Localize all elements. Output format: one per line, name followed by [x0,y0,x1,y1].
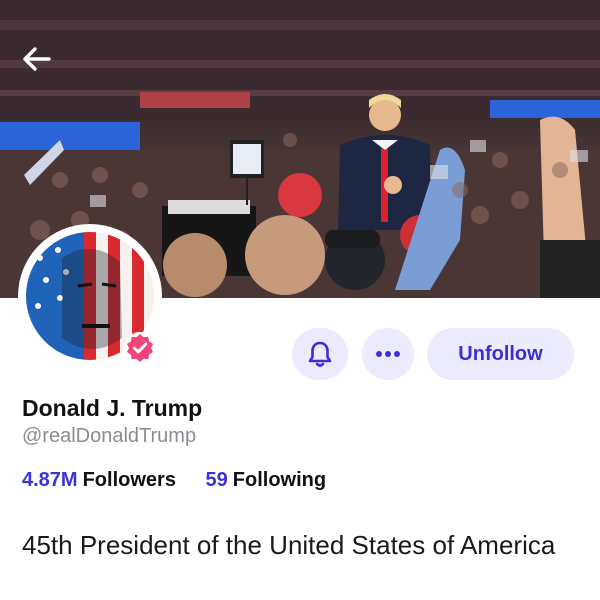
back-button[interactable] [22,46,70,88]
profile-name: Donald J. Trump [22,395,203,421]
profile-bio: 45th President of the United States of A… [22,530,556,560]
verified-badge-icon [124,332,156,364]
following-label: Following [232,469,327,491]
profile-stats: 4.87M Followers 59 Following [22,469,350,492]
unfollow-button[interactable]: Unfollow [427,328,574,380]
notifications-button[interactable] [292,328,348,380]
bell-icon [308,341,332,367]
more-options-button[interactable] [362,328,414,380]
arrow-left-icon [23,47,51,71]
following-stat[interactable]: 59 Following [206,469,327,492]
followers-count: 4.87M [22,469,78,491]
following-count: 59 [205,469,228,491]
followers-label: Followers [82,469,176,491]
more-dots-icon [376,351,400,357]
unfollow-label: Unfollow [458,342,543,365]
followers-stat[interactable]: 4.87M Followers [22,469,176,492]
profile-handle: @realDonaldTrump [22,425,197,447]
